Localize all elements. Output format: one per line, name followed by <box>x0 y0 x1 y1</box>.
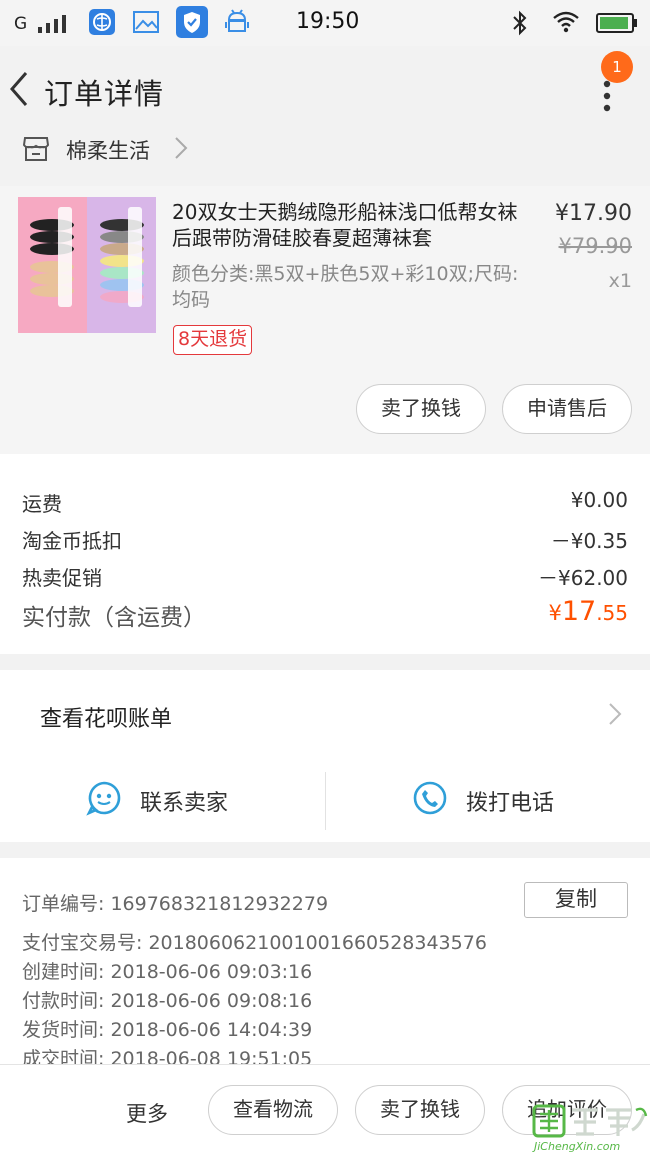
more-button[interactable]: 更多 <box>126 1098 168 1128</box>
paid-decimal: .55 <box>596 601 628 625</box>
after-sale-button[interactable]: 申请售后 <box>502 384 632 434</box>
shop-row[interactable]: 棉柔生活 <box>0 132 650 176</box>
promo-value: －¥62.00 <box>538 566 628 590</box>
more-menu-icon[interactable] <box>600 78 614 118</box>
order-info: 订单编号: 169768321812932279 复制 支付宝交易号: 2018… <box>0 858 650 1070</box>
page-title: 订单详情 <box>44 77 165 111</box>
copy-button[interactable]: 复制 <box>524 882 628 918</box>
huabei-row[interactable]: 查看花呗账单 <box>0 670 650 760</box>
return-tag: 8天退货 <box>173 325 253 355</box>
product-title[interactable]: 20双女士天鹅绒隐形船袜浅口低帮女袜后跟带防滑硅胶春夏超薄袜套 <box>172 199 527 251</box>
chevron-right-icon <box>174 136 188 164</box>
call-phone-label: 拨打电话 <box>466 791 555 816</box>
product-image[interactable] <box>18 197 156 333</box>
paid-integer: 17 <box>561 596 597 627</box>
shipping-value: ¥0.00 <box>570 488 628 512</box>
product-quantity: x1 <box>608 270 632 292</box>
product-spec: 颜色分类:黑5双+肤色5双+彩10双;尺码:均码 <box>172 263 519 311</box>
chevron-right-icon <box>608 702 622 730</box>
contact-seller-label: 联系卖家 <box>140 791 229 816</box>
store-icon <box>22 136 50 166</box>
wifi-icon <box>552 10 580 38</box>
back-arrow-icon[interactable] <box>8 70 30 112</box>
shipped-time: 发货时间: 2018-06-06 14:04:39 <box>22 1019 313 1041</box>
watermark-text: JiChengXin.com <box>534 1140 621 1153</box>
chat-bubble-icon <box>86 780 122 820</box>
call-phone-button[interactable]: 拨打电话 <box>326 760 650 842</box>
paid-label: 实付款（含运费） <box>22 605 206 631</box>
order-number: 订单编号: 169768321812932279 <box>22 893 329 915</box>
contact-bar: 联系卖家 拨打电话 <box>0 760 650 842</box>
image-notification-icon <box>132 9 160 39</box>
battery-icon <box>596 12 638 38</box>
android-debug-icon <box>224 8 250 40</box>
product-original-price: ¥79.90 <box>558 234 632 258</box>
sell-for-cash-button[interactable]: 卖了换钱 <box>356 384 486 434</box>
carrier-label: G <box>14 14 28 34</box>
bluetooth-icon <box>510 10 530 40</box>
huabei-label: 查看花呗账单 <box>40 707 173 732</box>
notification-badge: 1 <box>601 51 633 83</box>
view-logistics-button[interactable]: 查看物流 <box>208 1085 338 1135</box>
coin-deduction-value: －¥0.35 <box>550 529 628 553</box>
paid-time: 付款时间: 2018-06-06 09:08:16 <box>22 990 313 1012</box>
shield-app-icon <box>176 6 208 42</box>
phone-icon <box>412 780 448 820</box>
created-time: 创建时间: 2018-06-06 09:03:16 <box>22 961 313 983</box>
shipping-label: 运费 <box>22 492 62 516</box>
paid-currency: ¥ <box>548 601 562 625</box>
shop-name: 棉柔生活 <box>66 139 150 163</box>
promo-label: 热卖促销 <box>22 566 102 590</box>
browser-app-icon <box>88 8 116 40</box>
cost-summary: 运费 ¥0.00 淘金币抵扣 －¥0.35 热卖促销 －¥62.00 实付款（含… <box>0 454 650 654</box>
alipay-transaction-number: 支付宝交易号: 2018060621001001660528343576 <box>22 932 487 954</box>
contact-seller-button[interactable]: 联系卖家 <box>0 760 325 842</box>
watermark-logo: JiChengXin.com <box>532 1104 648 1154</box>
clock: 19:50 <box>296 9 360 34</box>
sell-for-cash-bottom-button[interactable]: 卖了换钱 <box>355 1085 485 1135</box>
signal-icon <box>38 12 74 38</box>
paid-amount: ¥17.55 <box>430 596 628 627</box>
coin-deduction-label: 淘金币抵扣 <box>22 529 122 553</box>
status-bar: G 19:50 <box>0 0 650 46</box>
product-card[interactable]: 20双女士天鹅绒隐形船袜浅口低帮女袜后跟带防滑硅胶春夏超薄袜套 颜色分类:黑5双… <box>0 186 650 454</box>
app-header: 订单详情 1 <box>0 46 650 132</box>
product-price: ¥17.90 <box>555 201 632 226</box>
